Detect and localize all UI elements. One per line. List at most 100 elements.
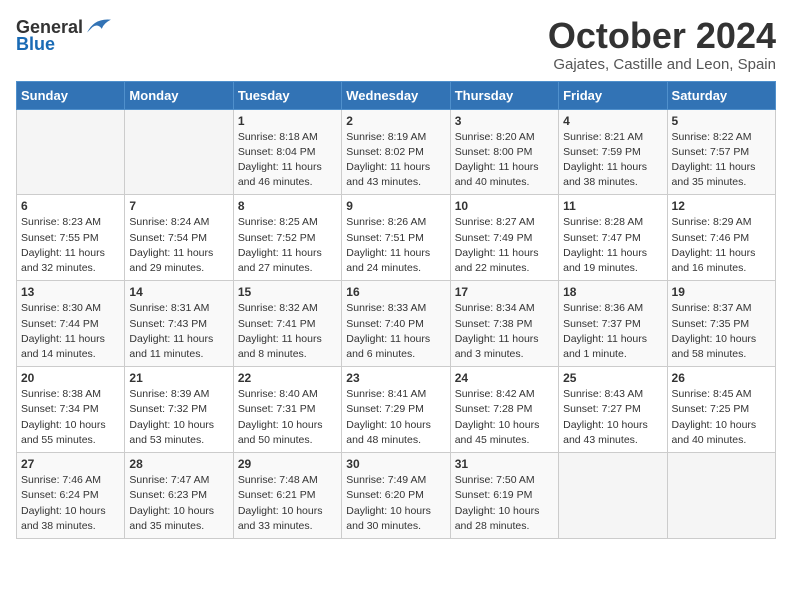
- logo-blue: Blue: [16, 34, 55, 55]
- day-number: 23: [346, 371, 445, 385]
- cell-sun-info: Sunrise: 7:47 AM Sunset: 6:23 PM Dayligh…: [129, 473, 228, 534]
- calendar-cell: 1 Sunrise: 8:18 AM Sunset: 8:04 PM Daylig…: [233, 109, 341, 195]
- cell-sun-info: Sunrise: 8:20 AM Sunset: 8:00 PM Dayligh…: [455, 130, 554, 191]
- cell-sun-info: Sunrise: 8:43 AM Sunset: 7:27 PM Dayligh…: [563, 387, 662, 448]
- calendar-cell: 13Sunrise: 8:30 AM Sunset: 7:44 PM Dayli…: [17, 281, 125, 367]
- cell-sun-info: Sunrise: 8:32 AM Sunset: 7:41 PM Dayligh…: [238, 301, 337, 362]
- weekday-header: Monday: [125, 81, 233, 109]
- calendar-cell: 29 Sunrise: 7:48 AM Sunset: 6:21 PM Dayli…: [233, 453, 341, 539]
- day-number: 9: [346, 199, 445, 213]
- cell-sun-info: Sunrise: 8:45 AM Sunset: 7:25 PM Dayligh…: [672, 387, 771, 448]
- calendar-cell: 8 Sunrise: 8:25 AM Sunset: 7:52 PM Daylig…: [233, 195, 341, 281]
- cell-sun-info: Sunrise: 8:37 AM Sunset: 7:35 PM Dayligh…: [672, 301, 771, 362]
- day-number: 31: [455, 457, 554, 471]
- calendar-cell: 27 Sunrise: 7:46 AM Sunset: 6:24 PM Dayli…: [17, 453, 125, 539]
- cell-sun-info: Sunrise: 8:24 AM Sunset: 7:54 PM Dayligh…: [129, 215, 228, 276]
- weekday-header: Friday: [559, 81, 667, 109]
- calendar-cell: [125, 109, 233, 195]
- day-number: 1: [238, 114, 337, 128]
- page-header: General Blue October 2024 Gajates, Casti…: [16, 16, 776, 73]
- calendar-body: 1 Sunrise: 8:18 AM Sunset: 8:04 PM Daylig…: [17, 109, 776, 538]
- day-number: 29: [238, 457, 337, 471]
- calendar-cell: 25 Sunrise: 8:43 AM Sunset: 7:27 PM Dayli…: [559, 367, 667, 453]
- cell-sun-info: Sunrise: 8:21 AM Sunset: 7:59 PM Dayligh…: [563, 130, 662, 191]
- calendar-cell: 22 Sunrise: 8:40 AM Sunset: 7:31 PM Dayli…: [233, 367, 341, 453]
- day-number: 4: [563, 114, 662, 128]
- cell-sun-info: Sunrise: 8:36 AM Sunset: 7:37 PM Dayligh…: [563, 301, 662, 362]
- cell-sun-info: Sunrise: 8:25 AM Sunset: 7:52 PM Dayligh…: [238, 215, 337, 276]
- day-number: 18: [563, 285, 662, 299]
- cell-sun-info: Sunrise: 8:27 AM Sunset: 7:49 PM Dayligh…: [455, 215, 554, 276]
- calendar-cell: 28 Sunrise: 7:47 AM Sunset: 6:23 PM Dayli…: [125, 453, 233, 539]
- cell-sun-info: Sunrise: 8:29 AM Sunset: 7:46 PM Dayligh…: [672, 215, 771, 276]
- weekday-header: Wednesday: [342, 81, 450, 109]
- day-number: 15: [238, 285, 337, 299]
- calendar-cell: 26 Sunrise: 8:45 AM Sunset: 7:25 PM Dayli…: [667, 367, 775, 453]
- calendar-cell: 16Sunrise: 8:33 AM Sunset: 7:40 PM Dayli…: [342, 281, 450, 367]
- calendar-cell: 9 Sunrise: 8:26 AM Sunset: 7:51 PM Daylig…: [342, 195, 450, 281]
- cell-sun-info: Sunrise: 8:26 AM Sunset: 7:51 PM Dayligh…: [346, 215, 445, 276]
- cell-sun-info: Sunrise: 7:49 AM Sunset: 6:20 PM Dayligh…: [346, 473, 445, 534]
- cell-sun-info: Sunrise: 8:33 AM Sunset: 7:40 PM Dayligh…: [346, 301, 445, 362]
- cell-sun-info: Sunrise: 8:42 AM Sunset: 7:28 PM Dayligh…: [455, 387, 554, 448]
- day-number: 5: [672, 114, 771, 128]
- calendar-cell: 19Sunrise: 8:37 AM Sunset: 7:35 PM Dayli…: [667, 281, 775, 367]
- calendar-cell: 15 Sunrise: 8:32 AM Sunset: 7:41 PM Dayli…: [233, 281, 341, 367]
- day-number: 8: [238, 199, 337, 213]
- day-number: 3: [455, 114, 554, 128]
- calendar-cell: 4 Sunrise: 8:21 AM Sunset: 7:59 PM Daylig…: [559, 109, 667, 195]
- cell-sun-info: Sunrise: 7:48 AM Sunset: 6:21 PM Dayligh…: [238, 473, 337, 534]
- cell-sun-info: Sunrise: 8:22 AM Sunset: 7:57 PM Dayligh…: [672, 130, 771, 191]
- calendar-cell: [17, 109, 125, 195]
- calendar-cell: 21Sunrise: 8:39 AM Sunset: 7:32 PM Dayli…: [125, 367, 233, 453]
- day-number: 25: [563, 371, 662, 385]
- cell-sun-info: Sunrise: 8:31 AM Sunset: 7:43 PM Dayligh…: [129, 301, 228, 362]
- cell-sun-info: Sunrise: 7:50 AM Sunset: 6:19 PM Dayligh…: [455, 473, 554, 534]
- calendar-cell: 20Sunrise: 8:38 AM Sunset: 7:34 PM Dayli…: [17, 367, 125, 453]
- calendar-cell: [667, 453, 775, 539]
- calendar-week-row: 6 Sunrise: 8:23 AM Sunset: 7:55 PM Daylig…: [17, 195, 776, 281]
- day-number: 26: [672, 371, 771, 385]
- weekday-row: SundayMondayTuesdayWednesdayThursdayFrid…: [17, 81, 776, 109]
- logo-bird-icon: [85, 16, 113, 38]
- day-number: 12: [672, 199, 771, 213]
- cell-sun-info: Sunrise: 8:23 AM Sunset: 7:55 PM Dayligh…: [21, 215, 120, 276]
- weekday-header: Tuesday: [233, 81, 341, 109]
- cell-sun-info: Sunrise: 8:28 AM Sunset: 7:47 PM Dayligh…: [563, 215, 662, 276]
- calendar-cell: 6 Sunrise: 8:23 AM Sunset: 7:55 PM Daylig…: [17, 195, 125, 281]
- calendar-cell: 23 Sunrise: 8:41 AM Sunset: 7:29 PM Dayli…: [342, 367, 450, 453]
- calendar-cell: 31 Sunrise: 7:50 AM Sunset: 6:19 PM Dayli…: [450, 453, 558, 539]
- cell-sun-info: Sunrise: 8:40 AM Sunset: 7:31 PM Dayligh…: [238, 387, 337, 448]
- cell-sun-info: Sunrise: 7:46 AM Sunset: 6:24 PM Dayligh…: [21, 473, 120, 534]
- calendar-cell: [559, 453, 667, 539]
- calendar-cell: 18 Sunrise: 8:36 AM Sunset: 7:37 PM Dayli…: [559, 281, 667, 367]
- weekday-header: Thursday: [450, 81, 558, 109]
- title-block: October 2024 Gajates, Castille and Leon,…: [548, 16, 776, 73]
- calendar-week-row: 27 Sunrise: 7:46 AM Sunset: 6:24 PM Dayli…: [17, 453, 776, 539]
- calendar-cell: 14Sunrise: 8:31 AM Sunset: 7:43 PM Dayli…: [125, 281, 233, 367]
- calendar-table: SundayMondayTuesdayWednesdayThursdayFrid…: [16, 81, 776, 539]
- calendar-week-row: 1 Sunrise: 8:18 AM Sunset: 8:04 PM Daylig…: [17, 109, 776, 195]
- weekday-header: Saturday: [667, 81, 775, 109]
- calendar-cell: 24Sunrise: 8:42 AM Sunset: 7:28 PM Dayli…: [450, 367, 558, 453]
- day-number: 27: [21, 457, 120, 471]
- day-number: 2: [346, 114, 445, 128]
- day-number: 17: [455, 285, 554, 299]
- calendar-header: SundayMondayTuesdayWednesdayThursdayFrid…: [17, 81, 776, 109]
- day-number: 6: [21, 199, 120, 213]
- day-number: 28: [129, 457, 228, 471]
- day-number: 30: [346, 457, 445, 471]
- calendar-cell: 17 Sunrise: 8:34 AM Sunset: 7:38 PM Dayli…: [450, 281, 558, 367]
- day-number: 10: [455, 199, 554, 213]
- cell-sun-info: Sunrise: 8:19 AM Sunset: 8:02 PM Dayligh…: [346, 130, 445, 191]
- location-title: Gajates, Castille and Leon, Spain: [548, 56, 776, 73]
- day-number: 22: [238, 371, 337, 385]
- calendar-cell: 11Sunrise: 8:28 AM Sunset: 7:47 PM Dayli…: [559, 195, 667, 281]
- cell-sun-info: Sunrise: 8:41 AM Sunset: 7:29 PM Dayligh…: [346, 387, 445, 448]
- calendar-cell: 2 Sunrise: 8:19 AM Sunset: 8:02 PM Daylig…: [342, 109, 450, 195]
- calendar-week-row: 20Sunrise: 8:38 AM Sunset: 7:34 PM Dayli…: [17, 367, 776, 453]
- cell-sun-info: Sunrise: 8:30 AM Sunset: 7:44 PM Dayligh…: [21, 301, 120, 362]
- cell-sun-info: Sunrise: 8:18 AM Sunset: 8:04 PM Dayligh…: [238, 130, 337, 191]
- cell-sun-info: Sunrise: 8:34 AM Sunset: 7:38 PM Dayligh…: [455, 301, 554, 362]
- day-number: 20: [21, 371, 120, 385]
